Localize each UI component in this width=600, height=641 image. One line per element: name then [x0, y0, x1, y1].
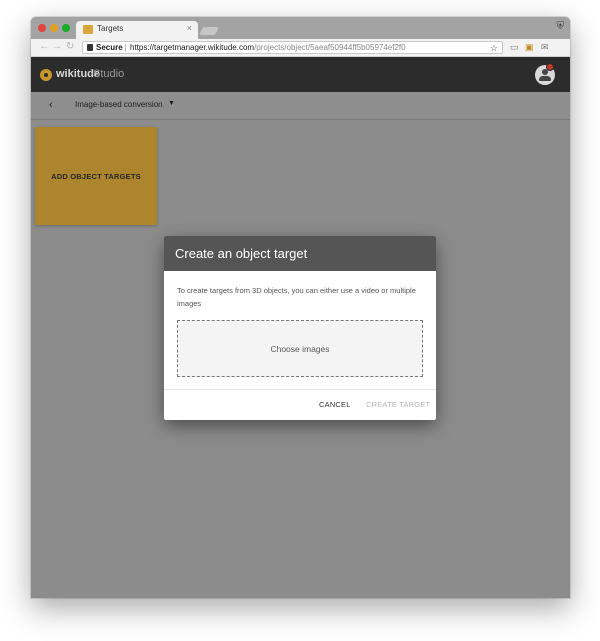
- close-window-button[interactable]: [38, 24, 46, 32]
- dialog-title: Create an object target: [175, 246, 308, 261]
- sub-navigation: ‹ Image-based conversion ▼: [31, 92, 570, 120]
- bookmark-star-icon[interactable]: ☆: [490, 42, 498, 54]
- user-body-icon: [539, 76, 551, 81]
- mail-extension-icon[interactable]: ✉: [541, 42, 549, 53]
- url-text: https://targetmanager.wikitude.com/proje…: [130, 42, 406, 54]
- address-bar[interactable]: Secure https://targetmanager.wikitude.co…: [82, 41, 503, 54]
- dialog-header: Create an object target: [164, 236, 436, 271]
- maximize-window-button[interactable]: [62, 24, 70, 32]
- tab-title: Targets: [97, 24, 124, 33]
- back-arrow-icon[interactable]: ←: [39, 41, 49, 52]
- create-object-target-dialog: Create an object target To create target…: [164, 236, 436, 420]
- minimize-window-button[interactable]: [50, 24, 58, 32]
- choose-images-label: Choose images: [270, 343, 330, 354]
- wikitude-logo-icon[interactable]: [40, 69, 52, 81]
- tab-strip: Targets × ⛨: [31, 17, 570, 39]
- caret-down-icon[interactable]: ▼: [168, 100, 175, 107]
- back-chevron-icon[interactable]: ‹: [49, 99, 53, 111]
- extension-icon[interactable]: ▣: [525, 42, 534, 53]
- folder-icon: [83, 25, 93, 34]
- url-host: https://targetmanager.wikitude.com: [130, 43, 255, 52]
- choose-images-dropzone[interactable]: Choose images: [177, 320, 423, 377]
- secure-label: Secure: [96, 43, 123, 52]
- create-target-button[interactable]: CREATE TARGET: [366, 400, 430, 409]
- browser-tab-targets[interactable]: Targets ×: [76, 21, 198, 39]
- dialog-description: To create targets from 3D objects, you c…: [177, 286, 416, 308]
- url-path: /projects/object/5aeaf50944ff5b05974ef2f…: [254, 43, 406, 52]
- tab-close-icon[interactable]: ×: [187, 23, 192, 33]
- add-object-targets-card[interactable]: ADD OBJECT TARGETS: [35, 127, 157, 225]
- add-object-targets-label: ADD OBJECT TARGETS: [51, 171, 141, 181]
- dialog-divider: [164, 389, 436, 390]
- new-tab-button[interactable]: [199, 27, 219, 35]
- lock-icon: [87, 44, 93, 51]
- incognito-icon: ⛨: [556, 21, 565, 32]
- browser-toolbar: ← → ↻ Secure https://targetmanager.wikit…: [31, 39, 570, 57]
- logo-studio-text[interactable]: Studio: [93, 68, 124, 80]
- reload-icon[interactable]: ↻: [66, 41, 74, 52]
- browser-window: Targets × ⛨ ← → ↻ Secure https://targetm…: [31, 17, 570, 598]
- cast-icon[interactable]: ▭: [510, 42, 519, 53]
- notification-badge: [546, 63, 554, 71]
- forward-arrow-icon[interactable]: →: [52, 41, 62, 52]
- conversion-type-dropdown[interactable]: Image-based conversion: [75, 100, 163, 109]
- url-divider: [125, 44, 126, 52]
- cancel-button[interactable]: CANCEL: [319, 400, 351, 409]
- app-header: wikitude Studio: [31, 57, 570, 92]
